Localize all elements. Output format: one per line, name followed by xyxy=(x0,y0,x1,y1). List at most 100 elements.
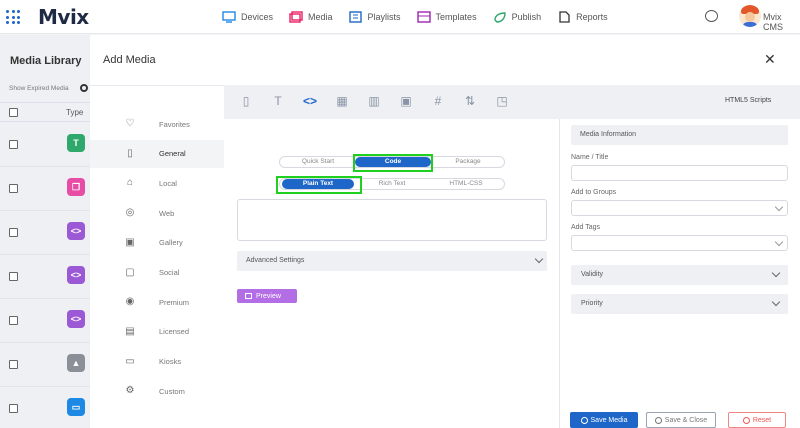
text-icon[interactable]: T xyxy=(270,93,286,109)
category-label: Social xyxy=(159,268,180,277)
row-checkbox[interactable] xyxy=(9,228,18,237)
category-kiosks[interactable]: ▭ Kiosks xyxy=(90,348,224,376)
social-icon: ▢ xyxy=(125,266,135,278)
embed-icon[interactable]: ◳ xyxy=(494,93,510,109)
category-label: Licensed xyxy=(159,327,190,337)
nav-media[interactable]: Media xyxy=(289,11,333,23)
category-social[interactable]: ▢ Social xyxy=(90,259,224,287)
save-media-button[interactable]: Save Media xyxy=(570,412,638,428)
kiosks-icon: ▭ xyxy=(125,355,135,367)
nav-devices[interactable]: Devices xyxy=(222,11,273,23)
category-local[interactable]: ⌂ Local xyxy=(90,169,224,197)
close-icon[interactable]: ✕ xyxy=(764,51,776,68)
category-custom[interactable]: ⚙ Custom xyxy=(90,377,224,405)
tags-label: Add Tags xyxy=(571,224,601,231)
library-table-header: Type xyxy=(0,102,90,122)
save-close-button[interactable]: Save & Close xyxy=(646,412,716,428)
advanced-settings[interactable]: Advanced Settings xyxy=(237,251,547,271)
table-row[interactable]: ❐ xyxy=(0,167,90,211)
table-row[interactable]: T xyxy=(0,123,90,167)
sort-icon[interactable]: ⇅ xyxy=(462,93,478,109)
add-media-modal: Add Media ✕ ♡ Favorites ▯ General ⌂ Local ◎ Web… xyxy=(90,35,800,428)
chart-icon[interactable]: ▥ xyxy=(366,93,382,109)
qr-icon[interactable]: ▦ xyxy=(334,93,350,109)
action-buttons: Save Media Save & Close Reset xyxy=(561,411,800,428)
widget-icon[interactable]: ▣ xyxy=(398,93,414,109)
brand-logo[interactable]: Mvix xyxy=(38,5,89,29)
media-type-icon: <> xyxy=(67,310,85,328)
nav-playlists[interactable]: Playlists xyxy=(348,11,401,23)
publish-icon xyxy=(493,12,506,23)
validity-label: Validity xyxy=(581,271,604,278)
custom-icon: ⚙ xyxy=(125,385,135,397)
preview-button[interactable]: Preview xyxy=(237,289,297,303)
apps-grid-icon[interactable] xyxy=(6,10,20,24)
groups-label: Add to Groups xyxy=(571,189,617,196)
table-row[interactable]: <> xyxy=(0,211,90,255)
nav-reports[interactable]: Reports xyxy=(557,11,608,23)
report-icon xyxy=(559,11,570,23)
category-favorites[interactable]: ♡ Favorites xyxy=(90,110,224,138)
editor-panel: Quick Start Code Package Plain Text Rich… xyxy=(224,119,560,428)
main-nav: Devices Media Playlists Templates Publis… xyxy=(222,0,624,34)
user-name[interactable]: Mvix CMS xyxy=(763,12,800,32)
table-row[interactable]: <> xyxy=(0,299,90,343)
row-checkbox[interactable] xyxy=(9,272,18,281)
row-checkbox[interactable] xyxy=(9,140,18,149)
table-row[interactable]: ▲ xyxy=(0,343,90,387)
nav-playlists-label: Playlists xyxy=(367,12,401,22)
show-expired-toggle[interactable] xyxy=(80,84,88,92)
nav-templates[interactable]: Templates xyxy=(416,11,477,23)
media-information-panel: Media Information Name / Title Add to Gr… xyxy=(561,119,800,428)
category-premium[interactable]: ◉ Premium xyxy=(90,288,224,316)
reset-button[interactable]: Reset xyxy=(728,412,786,428)
avatar[interactable] xyxy=(739,5,761,27)
name-field[interactable] xyxy=(571,165,788,181)
chat-icon[interactable] xyxy=(705,10,718,22)
nav-publish[interactable]: Publish xyxy=(493,11,541,23)
media-information-title: Media Information xyxy=(580,131,637,138)
category-gallery[interactable]: ▣ Gallery xyxy=(90,229,224,257)
priority-section[interactable]: Priority xyxy=(571,294,788,314)
row-checkbox[interactable] xyxy=(9,184,18,193)
tab-html-css[interactable]: HTML-CSS xyxy=(430,179,502,189)
top-navbar: Mvix Devices Media Playlists Templates P… xyxy=(0,0,800,34)
row-checkbox[interactable] xyxy=(9,360,18,369)
playlist-icon xyxy=(348,11,362,23)
favorites-icon: ♡ xyxy=(125,118,135,129)
save-media-label: Save Media xyxy=(590,416,628,424)
chevron-down-icon xyxy=(774,237,784,247)
select-all-checkbox[interactable] xyxy=(9,108,18,117)
priority-label: Priority xyxy=(581,300,603,307)
category-label: Favorites xyxy=(159,119,190,129)
tab-rich-text[interactable]: Rich Text xyxy=(356,179,428,189)
plain-text-highlight xyxy=(276,176,362,194)
row-checkbox[interactable] xyxy=(9,316,18,325)
table-row[interactable]: ▭ xyxy=(0,387,90,428)
validity-section[interactable]: Validity xyxy=(571,265,788,285)
tab-package[interactable]: Package xyxy=(432,157,504,167)
nav-media-label: Media xyxy=(308,12,333,22)
chevron-down-icon xyxy=(771,268,781,278)
chevron-down-icon xyxy=(771,297,781,307)
code-icon[interactable]: <> xyxy=(302,93,318,109)
name-label: Name / Title xyxy=(571,154,609,161)
category-licensed[interactable]: ▤ Licensed xyxy=(90,318,224,346)
tags-select[interactable] xyxy=(571,235,788,251)
tab-quick-start[interactable]: Quick Start xyxy=(282,157,354,167)
table-row[interactable]: <> xyxy=(0,255,90,299)
code-editor[interactable] xyxy=(237,199,547,241)
hashtag-icon[interactable]: # xyxy=(430,93,446,109)
row-checkbox[interactable] xyxy=(9,404,18,413)
image-icon[interactable]: ▯ xyxy=(238,93,254,109)
check-icon xyxy=(654,416,662,424)
media-library-panel: Media Library Show Expired Media Type T ❐… xyxy=(0,35,90,428)
media-type-icon: T xyxy=(67,134,85,152)
category-label: Premium xyxy=(159,297,190,307)
category-general[interactable]: ▯ General xyxy=(90,139,224,168)
media-type-icon: <> xyxy=(67,266,85,284)
category-web[interactable]: ◎ Web xyxy=(90,199,224,227)
preview-label: Preview xyxy=(256,292,281,300)
check-icon xyxy=(580,416,588,424)
groups-select[interactable] xyxy=(571,200,788,216)
